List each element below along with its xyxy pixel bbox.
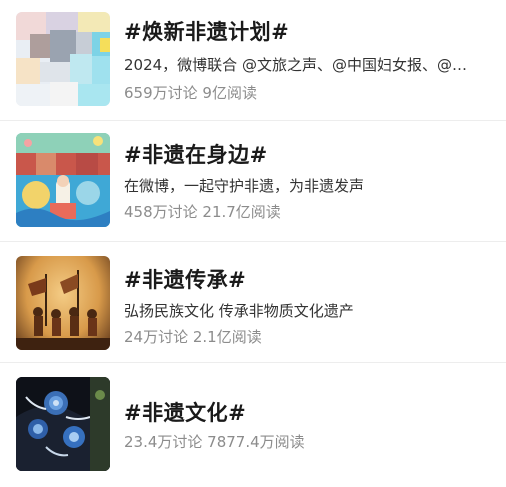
topic-item-2[interactable]: #非遗在身边# 在微博，一起守护非遗，为非遗发声 458万讨论 21.7亿阅读 — [0, 121, 506, 242]
shadow-puppet-image — [16, 270, 110, 350]
topic-description: 在微博，一起守护非遗，为非遗发声 — [124, 177, 365, 195]
topic-list: #焕新非遗计划# 2024，微博联合 @文旅之声、@中国妇女报、@… 659万讨… — [0, 0, 506, 487]
topic-title[interactable]: #非遗文化# — [124, 397, 246, 427]
embroidery-image — [16, 377, 110, 471]
topic-description: 弘扬民族文化 传承非物质文化遗产 — [124, 302, 354, 320]
topic-description: 2024，微博联合 @文旅之声、@中国妇女报、@… — [124, 56, 467, 74]
topic-item-3[interactable]: #非遗传承# 弘扬民族文化 传承非物质文化遗产 24万讨论 2.1亿阅读 — [0, 242, 506, 363]
topic-title[interactable]: #焕新非遗计划# — [124, 16, 289, 46]
topic-stats: 23.4万讨论 7877.4万阅读 — [124, 433, 305, 451]
topic-stats: 458万讨论 21.7亿阅读 — [124, 203, 281, 221]
topic-item-4[interactable]: #非遗文化# 23.4万讨论 7877.4万阅读 — [0, 363, 506, 484]
topic-item-1[interactable]: #焕新非遗计划# 2024，微博联合 @文旅之声、@中国妇女报、@… 659万讨… — [0, 0, 506, 121]
topic-title[interactable]: #非遗在身边# — [124, 139, 268, 169]
topic-thumbnail-3[interactable] — [16, 256, 110, 350]
topic-stats: 24万讨论 2.1亿阅读 — [124, 328, 262, 346]
topic-thumbnail-2[interactable] — [16, 133, 110, 227]
illustration-image — [16, 133, 110, 227]
topic-thumbnail-4[interactable] — [16, 377, 110, 471]
topic-stats: 659万讨论 9亿阅读 — [124, 84, 257, 102]
pixelated-image — [16, 12, 110, 106]
topic-thumbnail-1[interactable] — [16, 12, 110, 106]
topic-title[interactable]: #非遗传承# — [124, 264, 246, 294]
